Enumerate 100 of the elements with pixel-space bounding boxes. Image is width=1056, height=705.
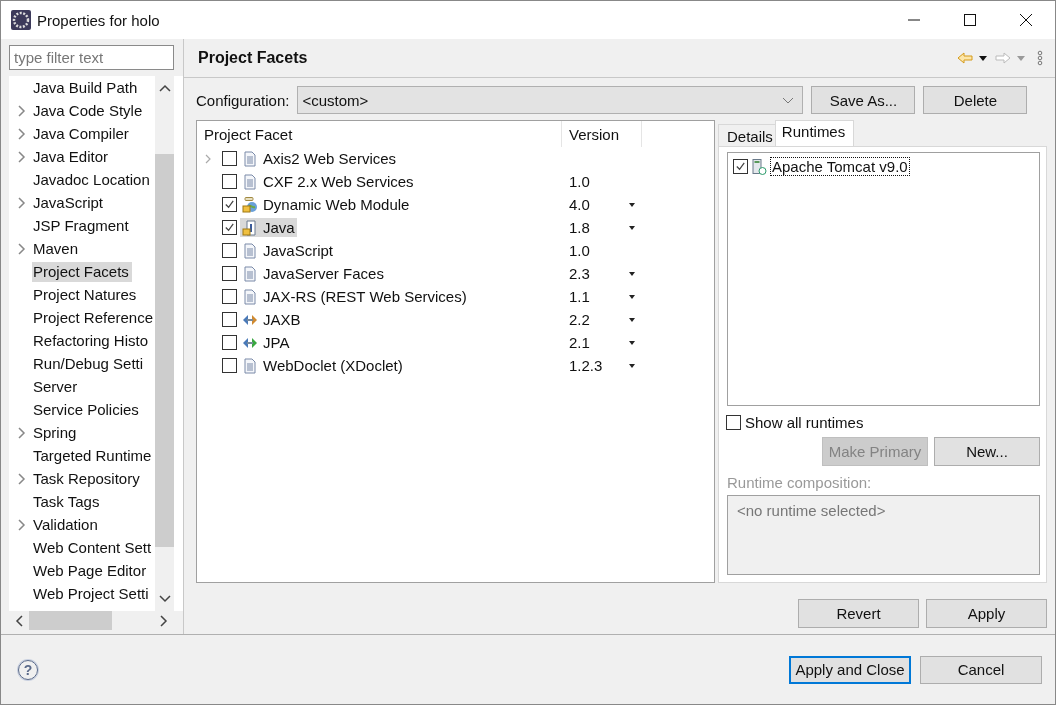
checkbox[interactable]	[222, 289, 237, 304]
composition-label: Runtime composition:	[727, 474, 873, 491]
page-button[interactable]: Revert	[798, 599, 919, 628]
chevron-right-icon[interactable]	[18, 472, 26, 485]
tree-item[interactable]: Task Repository	[33, 468, 143, 489]
facet-item[interactable]: JavaServer Faces	[240, 264, 386, 283]
dropdown-arrow-icon[interactable]	[629, 363, 635, 368]
document-icon	[242, 265, 258, 282]
dropdown-arrow-icon[interactable]	[629, 294, 635, 299]
tree-item[interactable]: Spring	[33, 422, 80, 443]
tree-item[interactable]: Java Editor	[33, 146, 112, 167]
tree-item[interactable]: Maven	[33, 238, 82, 259]
document-icon	[242, 173, 258, 190]
close-icon[interactable]	[1020, 14, 1032, 26]
facet-item[interactable]: Axis2 Web Services	[240, 149, 399, 168]
configuration-button[interactable]: Save As...	[811, 86, 916, 114]
checkbox[interactable]	[222, 197, 237, 212]
facet-item[interactable]: JavaScript	[240, 241, 336, 260]
checkbox[interactable]	[222, 220, 237, 235]
dialog-button[interactable]: Cancel	[920, 655, 1042, 684]
configuration-label: Configuration:	[196, 91, 290, 109]
chevron-right-icon[interactable]	[18, 127, 26, 140]
chevron-down-icon[interactable]	[782, 96, 795, 104]
checkbox[interactable]	[222, 358, 237, 373]
dropdown-arrow-icon[interactable]	[629, 340, 635, 345]
checkbox[interactable]	[222, 174, 237, 189]
scroll-left-icon[interactable]	[15, 614, 23, 627]
tree-item[interactable]: Web Page Editor	[33, 560, 150, 581]
checkbox-label[interactable]: Show all runtimes	[745, 414, 864, 431]
checkbox[interactable]	[222, 266, 237, 281]
document-icon	[242, 288, 258, 305]
column-header[interactable]: Version	[562, 121, 642, 147]
tree-item[interactable]: Web Project Setti	[33, 583, 152, 604]
tree-item[interactable]: JSP Fragment	[33, 215, 132, 236]
maximize-icon[interactable]	[964, 14, 976, 26]
page-title: Project Facets	[198, 49, 308, 67]
globe-lock-icon	[242, 196, 258, 213]
configuration-dropdown[interactable]: <custom>	[297, 86, 804, 114]
scroll-down-icon[interactable]	[158, 595, 171, 603]
facet-item[interactable]: CXF 2.x Web Services	[240, 172, 416, 191]
facet-item[interactable]: JAX-RS (REST Web Services)	[240, 287, 469, 306]
tree-item[interactable]: Validation	[33, 514, 101, 535]
column-header[interactable]: Project Facet	[197, 121, 562, 147]
facet-item[interactable]: Dynamic Web Module	[240, 195, 412, 214]
tree-item[interactable]: Java Build Path	[33, 77, 141, 98]
checkbox[interactable]	[726, 415, 741, 430]
app-icon	[11, 10, 31, 30]
filter-field[interactable]: type filter text	[9, 45, 174, 70]
tree-item[interactable]: Project Natures	[33, 284, 140, 305]
runtime-button[interactable]: New...	[934, 437, 1040, 466]
dropdown-arrow-icon[interactable]	[629, 271, 635, 276]
tree-item[interactable]: Javadoc Location	[33, 169, 153, 190]
scroll-right-icon[interactable]	[160, 614, 168, 627]
composition-box: <no runtime selected>	[727, 495, 1040, 575]
tree-item[interactable]: Project Facets	[32, 261, 132, 282]
window-title: Properties for holo	[37, 11, 160, 29]
dropdown-arrow-icon[interactable]	[979, 55, 987, 61]
tree-item[interactable]: Server	[33, 376, 81, 397]
document-icon	[242, 150, 258, 167]
tree-item[interactable]: Project Reference	[33, 307, 155, 328]
chevron-right-icon[interactable]	[18, 196, 26, 209]
tree-item[interactable]: Run/Debug Setti	[33, 353, 147, 374]
version-cell-text: 1.8	[569, 219, 591, 236]
runtime-item[interactable]: Apache Tomcat v9.0	[770, 157, 910, 176]
chevron-right-icon[interactable]	[18, 104, 26, 117]
facet-item[interactable]: JPA	[240, 333, 292, 352]
configuration-button[interactable]: Delete	[923, 86, 1028, 114]
chevron-right-icon[interactable]	[18, 426, 26, 439]
scroll-up-icon[interactable]	[158, 84, 171, 92]
checkbox[interactable]	[222, 151, 237, 166]
dropdown-arrow-icon[interactable]	[629, 317, 635, 322]
chevron-right-icon[interactable]	[18, 518, 26, 531]
tab[interactable]: Runtimes	[774, 120, 855, 146]
tree-item[interactable]: Refactoring Histo	[33, 330, 152, 351]
tree-item[interactable]: JavaScript	[33, 192, 107, 213]
facet-item[interactable]: WebDoclet (XDoclet)	[240, 356, 405, 375]
dropdown-arrow-icon[interactable]	[629, 225, 635, 230]
document-icon	[242, 357, 258, 374]
checkbox[interactable]	[222, 243, 237, 258]
chevron-right-icon[interactable]	[18, 150, 26, 163]
tree-item[interactable]: Service Policies	[33, 399, 142, 420]
dropdown-arrow-icon	[1017, 55, 1025, 61]
page-button[interactable]: Apply	[926, 599, 1047, 628]
tab[interactable]: Details	[718, 124, 777, 146]
version-cell-text: 2.1	[569, 334, 591, 351]
checkbox[interactable]	[222, 335, 237, 350]
tree-item[interactable]: Web Content Sett	[33, 537, 155, 558]
tree-item[interactable]: Targeted Runtime	[33, 445, 155, 466]
checkbox[interactable]	[222, 312, 237, 327]
dialog-button[interactable]: Apply and Close	[789, 655, 911, 684]
facet-item[interactable]: JAXB	[240, 310, 303, 329]
tree-item[interactable]: Task Tags	[33, 491, 103, 512]
dropdown-arrow-icon[interactable]	[629, 202, 635, 207]
facet-item[interactable]: Java	[240, 218, 297, 237]
checkbox[interactable]	[733, 159, 748, 174]
chevron-right-icon[interactable]	[18, 242, 26, 255]
forward-arrow-icon	[995, 52, 1011, 64]
tree-item[interactable]: Java Compiler	[33, 123, 132, 144]
more-icon[interactable]	[1037, 50, 1043, 66]
tree-item[interactable]: Java Code Style	[33, 100, 146, 121]
